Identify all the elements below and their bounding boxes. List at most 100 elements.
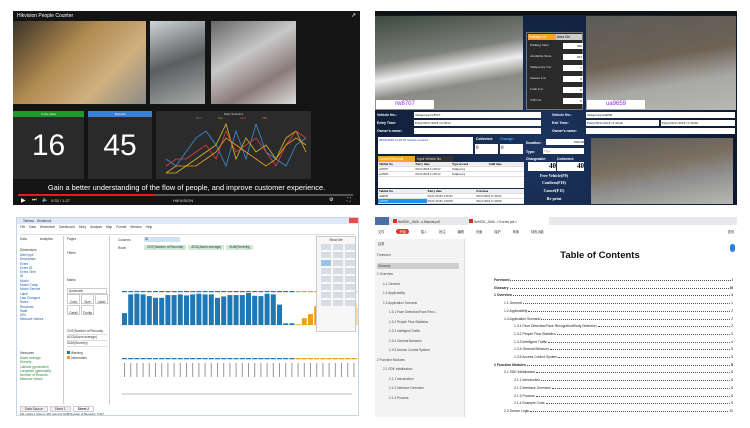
bar-warning[interactable] (196, 293, 202, 325)
outline-item[interactable]: 2.1.3 Process (389, 396, 409, 400)
menu-item-data[interactable]: Data (29, 225, 36, 229)
chart-type-thumbnail[interactable] (345, 292, 355, 298)
toc-entry[interactable]: Glossary III (494, 286, 733, 290)
outline-item[interactable]: 1 Overview (377, 272, 393, 276)
chart-type-thumbnail[interactable] (333, 300, 343, 306)
bar-warning[interactable] (233, 295, 239, 325)
toc-entry[interactable]: 1.3 Application Scenario 2 (504, 317, 733, 321)
bar-warning[interactable] (246, 293, 251, 325)
bar-warning[interactable] (159, 297, 165, 325)
bar-warning[interactable] (289, 323, 295, 325)
collected2-field[interactable]: 40 (557, 162, 584, 171)
type-select[interactable]: Type (543, 148, 584, 154)
bar-warning[interactable] (202, 294, 208, 325)
column-header[interactable]: Entry time (427, 189, 476, 193)
toc-entry[interactable]: 2.1 SDK Initialization 8 (504, 370, 733, 374)
duration-field[interactable]: 0:00:00 (546, 139, 584, 145)
reprint-button[interactable]: Re-print (528, 196, 580, 201)
toc-entry[interactable]: 1.3.4 General Behavior 5 (514, 347, 733, 351)
tab-parking-lot[interactable]: Parking Lot (528, 34, 556, 40)
column-header[interactable]: Exit time (475, 189, 524, 193)
chart-type-thumbnail[interactable] (333, 284, 343, 290)
bar-warning[interactable] (134, 293, 140, 325)
measure-field[interactable]: Measure Values (20, 377, 51, 381)
entry-time-field[interactable]: Entry:09/21/2018 11:26:52 (414, 120, 541, 126)
bar-information[interactable] (295, 324, 301, 325)
chart-type-thumbnail[interactable] (345, 268, 355, 274)
home-tab[interactable] (375, 217, 389, 225)
bar-warning[interactable] (208, 294, 214, 325)
chart-type-thumbnail[interactable] (321, 292, 331, 298)
menu-item-format[interactable]: Format (116, 225, 126, 229)
chart-type-thumbnail[interactable] (333, 292, 343, 298)
toc-entry[interactable]: 1 Overview 1 (494, 293, 733, 297)
chart-type-thumbnail[interactable] (333, 252, 343, 258)
toc-entry[interactable]: 1.3.2 People Flow Statistics 3 (514, 332, 733, 336)
toc-entry[interactable]: 1.3.1 Face Detection/Face Recognition/Bo… (514, 324, 733, 328)
outline-item[interactable]: 1.3.5 Access Control System (389, 348, 430, 352)
bar-warning[interactable] (184, 295, 189, 325)
menu-item-file[interactable]: File (20, 225, 25, 229)
outline-item[interactable]: Foreword (377, 253, 390, 257)
bar-warning[interactable] (270, 294, 276, 325)
pdf-tab-2[interactable]: NetSDK_JAVA...t Events.pdf × (469, 217, 549, 225)
toc-entry[interactable]: 2.1.2 Interface Overview 8 (514, 386, 733, 390)
outline-item[interactable]: 1.3.1 Face Detection/Face Reco... (389, 310, 437, 314)
current-records-table[interactable]: Vehicle No. Entry time Type of card Valid t… (378, 162, 524, 188)
outline-item[interactable]: 1.2 Applicability (383, 291, 405, 295)
outline-item[interactable]: Glossary (377, 262, 459, 269)
exit-entry-time-field[interactable]: Entry:09/21/2018 11:30:46 (586, 120, 659, 126)
chart-type-thumbnail[interactable] (333, 260, 343, 266)
column-header[interactable]: Entry time (415, 162, 452, 166)
chart-type-thumbnail[interactable] (321, 268, 331, 274)
bar-warning[interactable] (277, 304, 282, 325)
outline-item[interactable]: 1.1 General (383, 282, 400, 286)
toc-entry[interactable]: 2.1.4 Example Code 9 (514, 401, 733, 405)
progress-track[interactable] (18, 194, 353, 196)
table-row[interactable]: sw8265 09/21/2018 11:28:12 Temporary (378, 172, 524, 177)
cancel-button[interactable]: Cancel(F11) (528, 188, 580, 193)
toolbar-item[interactable]: 保护 (494, 229, 500, 234)
chart-type-thumbnail[interactable] (345, 300, 355, 306)
outline-item[interactable]: 1.3.4 General Behavior (389, 339, 422, 343)
pdf-tab-1[interactable]: NetSDK_JAVA...s Manual.pdf (393, 219, 440, 224)
menu-item-analysis[interactable]: Analysis (90, 225, 102, 229)
toc-entry[interactable]: 2.1.1 Introduction 8 (514, 378, 733, 382)
outline-item[interactable]: 2 Function Modules (377, 358, 405, 362)
vehicle-no-field[interactable]: Temporary/rw8707 (414, 112, 541, 118)
column-header[interactable]: Vehicle No. (378, 189, 427, 193)
toc-entry[interactable]: 1.2 Applicability 2 (504, 309, 733, 313)
collected-field[interactable]: 0 (475, 144, 498, 154)
toc-entry[interactable]: 2 Function Modules 8 (494, 363, 733, 367)
column-header[interactable]: Type of card (451, 162, 488, 166)
bar-warning[interactable] (165, 295, 171, 325)
horizontal-scrollbar[interactable] (122, 393, 352, 395)
change-field[interactable]: 0 (500, 144, 523, 154)
chart-type-thumbnail[interactable] (333, 244, 343, 250)
columns-pill[interactable]: ID (144, 237, 180, 242)
bar-warning[interactable] (239, 295, 245, 325)
bar-warning[interactable] (153, 297, 158, 325)
bar-warning[interactable] (258, 296, 264, 325)
toolbar-item[interactable]: 插入 (421, 229, 427, 234)
menu-item-dashboard[interactable]: Dashboard (59, 225, 75, 229)
bar-warning[interactable] (252, 295, 258, 325)
toc-entry[interactable]: 1.1 General 1 (504, 301, 733, 305)
menu-item-help[interactable]: Help (146, 225, 153, 229)
close-button[interactable] (349, 218, 358, 223)
search-button[interactable]: 查找 (728, 229, 734, 234)
play-icon[interactable]: ▶ (21, 197, 26, 204)
exit-records-table[interactable]: Vehicle No. Entry time Exit time ua9658 09/2… (378, 189, 524, 204)
fullscreen-icon[interactable]: ⛶ (347, 197, 351, 203)
toolbar-item[interactable]: 转换 (513, 229, 519, 234)
people-counter-video[interactable]: Hikvision People Counter ↗ In the store … (13, 11, 360, 205)
share-icon[interactable]: ↗ (351, 12, 356, 19)
bar-warning[interactable] (190, 294, 196, 325)
chart-type-thumbnail[interactable] (321, 252, 331, 258)
chart-type-thumbnail[interactable] (345, 244, 355, 250)
pages-shelf[interactable]: Pages (67, 237, 76, 241)
bar-warning[interactable] (171, 295, 177, 325)
bar-warning[interactable] (177, 294, 183, 325)
marks-size-button[interactable]: Size (81, 294, 94, 304)
bar-warning[interactable] (283, 323, 289, 325)
